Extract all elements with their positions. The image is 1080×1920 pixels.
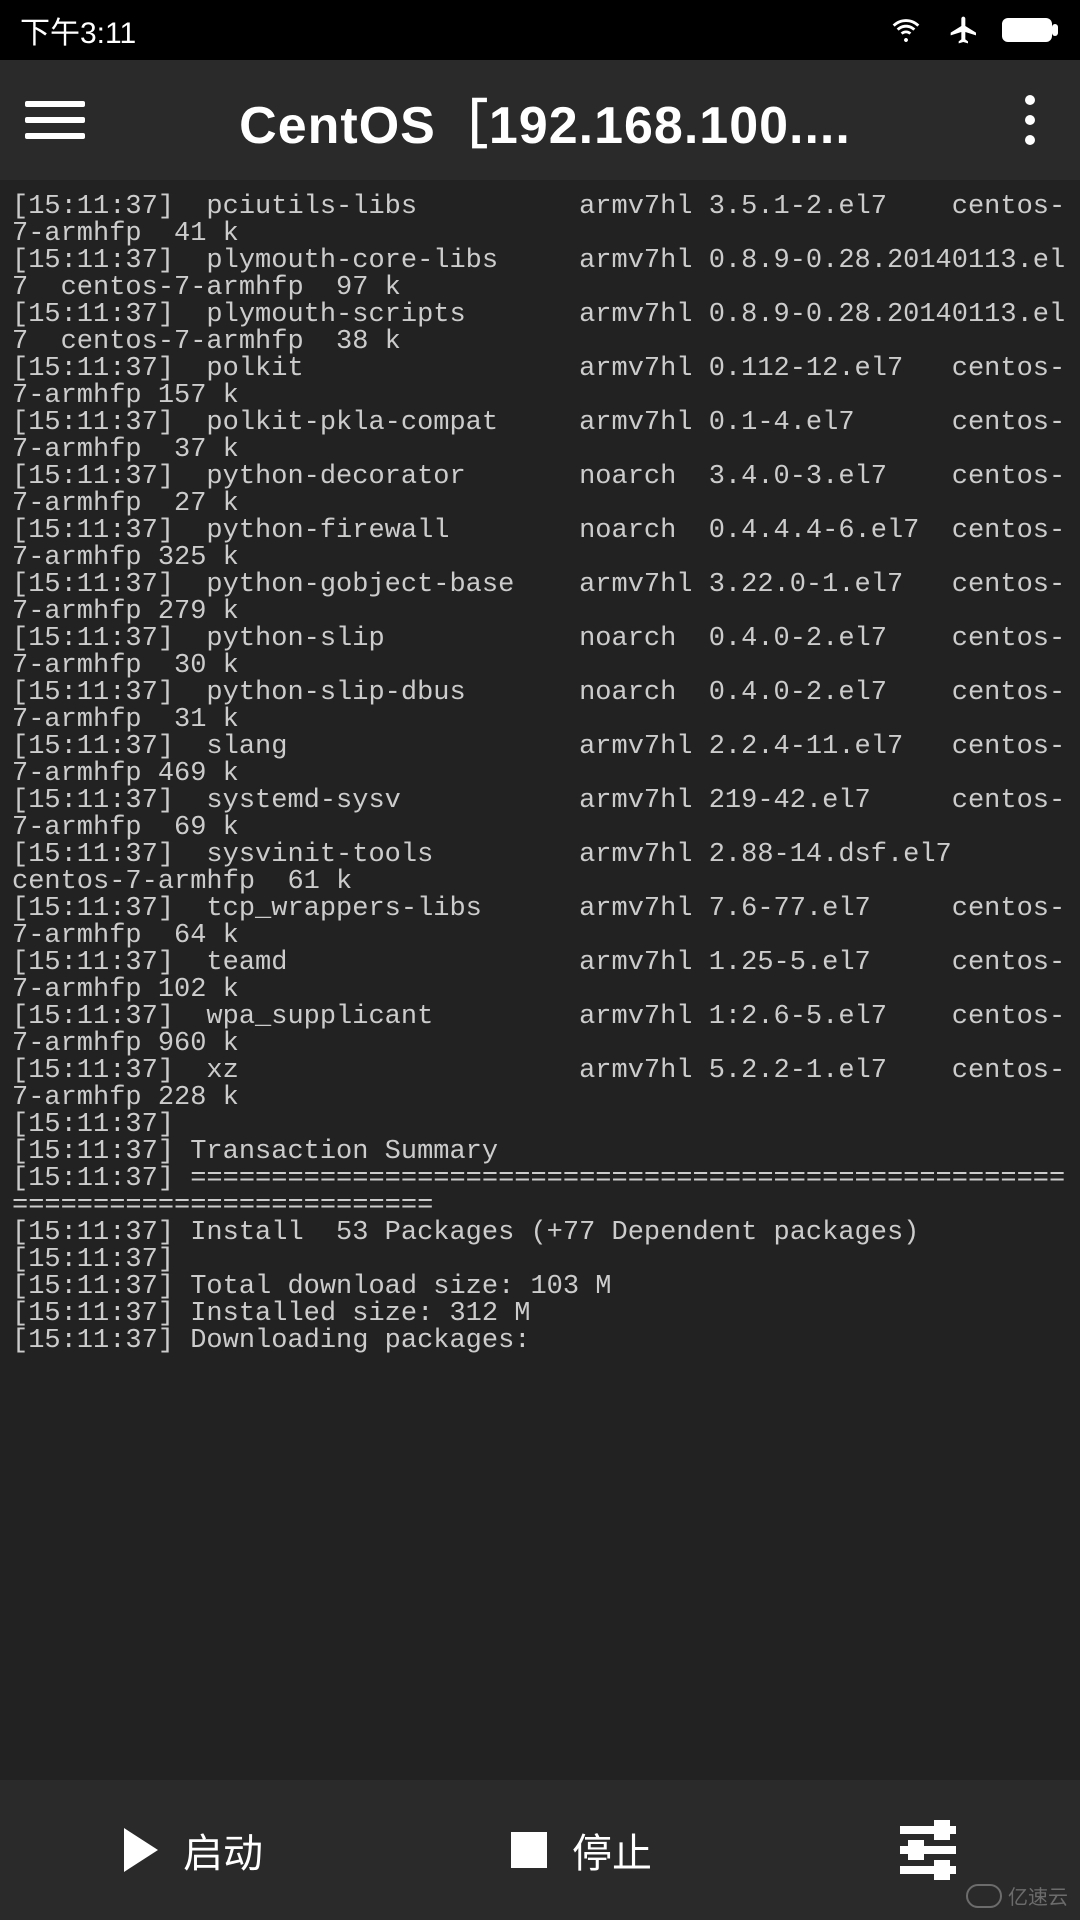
stop-button[interactable]: 停止: [511, 1821, 652, 1879]
status-icons: [886, 14, 1060, 46]
watermark: 亿速云: [966, 1881, 1068, 1910]
watermark-logo-icon: [966, 1884, 1002, 1908]
status-bar: 下午3:11: [0, 0, 1080, 60]
wifi-icon: [886, 14, 926, 46]
menu-icon[interactable]: [25, 90, 85, 150]
app-bar: CentOS［192.168.100....: [0, 60, 1080, 180]
bottom-bar: 启动 停止: [0, 1780, 1080, 1920]
terminal-output[interactable]: [15:11:37] pciutils-libs armv7hl 3.5.1-2…: [0, 180, 1080, 1780]
sliders-icon: [900, 1822, 956, 1878]
stop-label: 停止: [572, 1821, 652, 1879]
status-time: 下午3:11: [20, 8, 136, 52]
start-label: 启动: [183, 1821, 263, 1879]
play-icon: [124, 1828, 158, 1872]
stop-icon: [511, 1832, 547, 1868]
airplane-icon: [944, 14, 984, 46]
more-icon[interactable]: [1005, 90, 1055, 150]
watermark-text: 亿速云: [1008, 1881, 1068, 1910]
start-button[interactable]: 启动: [124, 1821, 263, 1879]
settings-button[interactable]: [900, 1822, 956, 1878]
battery-icon: [1002, 16, 1060, 44]
app-title: CentOS［192.168.100....: [85, 83, 1005, 158]
